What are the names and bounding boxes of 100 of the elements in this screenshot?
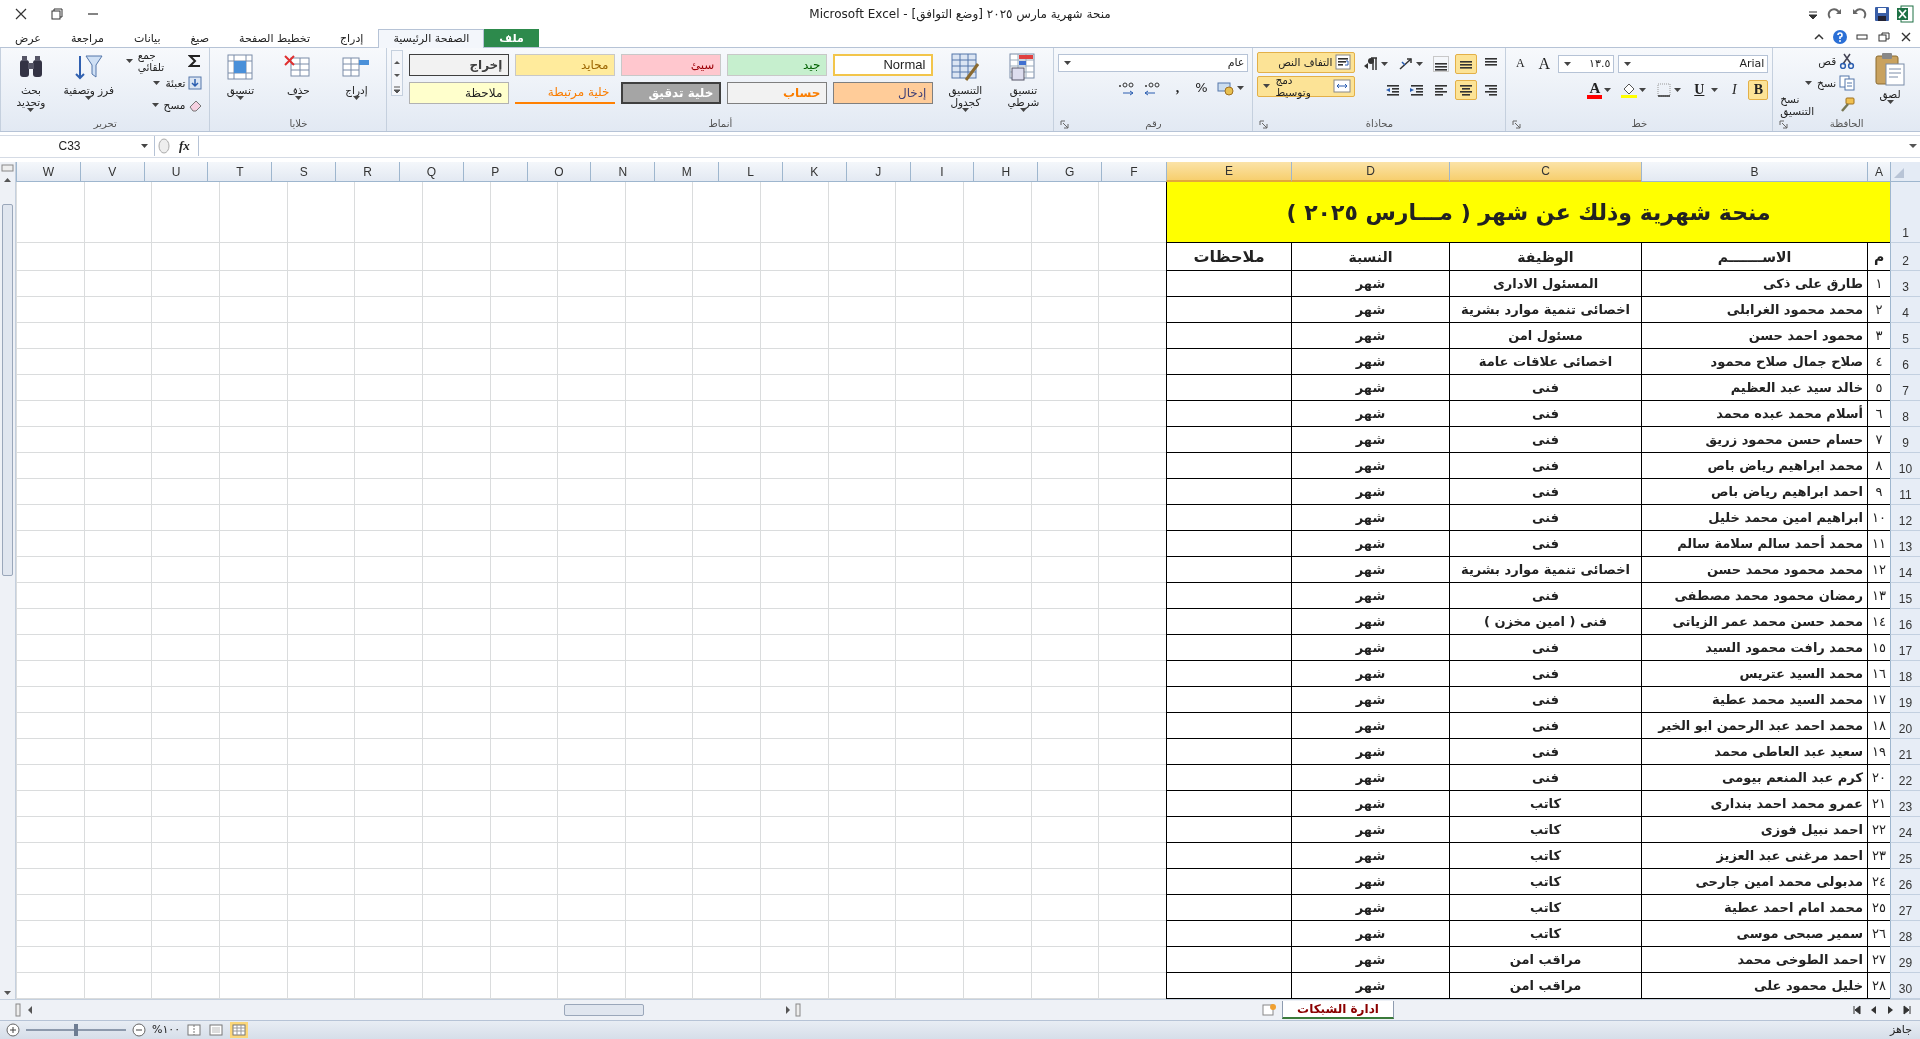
splitter-grip-icon[interactable] [157, 137, 171, 156]
save-icon[interactable] [1874, 5, 1890, 22]
row-header[interactable]: 29 [1890, 947, 1920, 973]
zoom-level[interactable]: %١٠٠ [152, 1023, 181, 1037]
row-header[interactable]: 19 [1890, 687, 1920, 713]
caret-icon[interactable] [1381, 61, 1389, 66]
column-header[interactable]: J [845, 162, 910, 182]
row-header[interactable]: 24 [1890, 817, 1920, 843]
dialog-launcher-icon[interactable] [1779, 119, 1789, 129]
cell-style[interactable]: Normal [833, 53, 934, 76]
cell-style[interactable]: جيد [727, 53, 828, 76]
row-header[interactable]: 22 [1890, 765, 1920, 791]
zoom-out-icon[interactable] [132, 1022, 146, 1037]
insert-function-button[interactable]: fx [173, 138, 196, 155]
row-header[interactable]: 28 [1890, 921, 1920, 947]
row-header[interactable]: 2 [1890, 243, 1920, 271]
row-header[interactable]: 27 [1890, 895, 1920, 921]
caret-icon[interactable] [1064, 60, 1072, 65]
toolbar-button[interactable] [1431, 53, 1452, 74]
column-header[interactable]: T [207, 162, 272, 182]
column-header[interactable]: G [1037, 162, 1101, 182]
row-header[interactable]: 9 [1890, 427, 1920, 453]
caret-icon[interactable] [1416, 61, 1424, 66]
column-header[interactable]: A [1867, 162, 1890, 182]
column-header[interactable]: D [1291, 162, 1449, 182]
column-header[interactable]: R [335, 162, 399, 182]
grow-font-button[interactable]: A [1534, 53, 1555, 74]
caret-icon[interactable] [1674, 87, 1682, 92]
row-header[interactable]: 18 [1890, 661, 1920, 687]
dialog-launcher-icon[interactable] [1060, 119, 1070, 129]
column-header[interactable]: B [1641, 162, 1867, 182]
ribbon-button[interactable]: تعبئة [120, 73, 206, 93]
split-handle-icon[interactable] [14, 1002, 22, 1017]
ribbon-button[interactable]: قص [1777, 51, 1859, 71]
row-header[interactable]: 17 [1890, 635, 1920, 661]
format-button[interactable]: U [1689, 79, 1710, 100]
cell-style[interactable]: محايد [515, 53, 616, 76]
ribbon-tab[interactable]: تخطيط الصفحة [224, 28, 325, 47]
scroll-thumb[interactable] [564, 1003, 644, 1016]
row-header[interactable]: 16 [1890, 609, 1920, 635]
caret-icon[interactable] [1564, 61, 1572, 66]
row-header[interactable]: 12 [1890, 505, 1920, 531]
caret-icon[interactable] [1886, 99, 1894, 104]
column-header[interactable]: H [973, 162, 1038, 182]
cell-style[interactable]: سيئ [621, 53, 722, 76]
row-header[interactable]: 7 [1890, 375, 1920, 401]
shrink-font-button[interactable]: A [1510, 53, 1531, 74]
ribbon-button[interactable]: تنسيق شرطي [997, 49, 1050, 112]
row-header[interactable]: 5 [1890, 323, 1920, 349]
caret-icon[interactable] [1639, 87, 1647, 92]
ribbon-button[interactable]: فرز وتصفية [62, 49, 115, 100]
ribbon-tab[interactable]: صيغ [175, 28, 224, 47]
more-icon[interactable] [392, 84, 403, 95]
ribbon-button[interactable]: التنسيق كجدول [939, 49, 992, 112]
dialog-launcher-icon[interactable] [1512, 119, 1522, 129]
dialog-launcher-icon[interactable] [1259, 119, 1269, 129]
caret-icon[interactable] [1263, 84, 1271, 89]
toolbar-button[interactable] [1455, 53, 1478, 74]
split-handle-icon[interactable] [794, 1002, 802, 1017]
column-header[interactable]: W [16, 162, 80, 182]
row-header[interactable]: 30 [1890, 973, 1920, 999]
column-header[interactable]: F [1101, 162, 1166, 182]
zoom-in-icon[interactable] [6, 1022, 20, 1037]
column-header[interactable]: I [909, 162, 974, 182]
format-button[interactable]: B [1748, 79, 1769, 100]
column-header[interactable]: L [718, 162, 782, 182]
ribbon-button[interactable]: لصق [1864, 49, 1916, 104]
caret-icon[interactable] [352, 95, 360, 100]
column-header[interactable]: O [526, 162, 591, 182]
spreadsheet-app-icon[interactable] [1896, 4, 1914, 23]
sheet-tab[interactable]: ادارة الشبكات [1282, 1000, 1394, 1019]
caret-icon[interactable] [27, 107, 35, 112]
caret-icon[interactable] [125, 59, 133, 64]
dropdown-field[interactable]: Arial [1618, 54, 1769, 73]
caret-icon[interactable] [236, 95, 244, 100]
caret-icon[interactable] [1624, 61, 1632, 66]
caret-icon[interactable] [1604, 87, 1612, 92]
page-break-view-icon[interactable] [186, 1022, 203, 1037]
caret-icon[interactable] [85, 95, 93, 100]
format-button[interactable]: I [1724, 79, 1745, 100]
ribbon-button[interactable]: حذف [272, 49, 325, 100]
column-header[interactable]: N [590, 162, 655, 182]
row-header[interactable]: 13 [1890, 531, 1920, 557]
caret-icon[interactable] [961, 107, 969, 112]
restore-workbook-icon[interactable] [1876, 29, 1892, 44]
ribbon-tab[interactable]: بيانات [118, 28, 176, 47]
ribbon-tab[interactable]: مراجعة [55, 28, 119, 47]
help-icon[interactable] [1832, 28, 1848, 45]
row-header[interactable]: 21 [1890, 739, 1920, 765]
caret-icon[interactable] [141, 144, 148, 149]
caret-icon[interactable] [151, 103, 159, 108]
row-header[interactable]: 20 [1890, 713, 1920, 739]
scroll-thumb[interactable] [2, 204, 13, 576]
row-header[interactable]: 4 [1890, 297, 1920, 323]
column-header[interactable]: K [781, 162, 846, 182]
column-header[interactable]: V [79, 162, 144, 182]
row-header[interactable]: 3 [1890, 271, 1920, 297]
ribbon-button[interactable]: التفاف النص [1257, 51, 1356, 73]
cell-style[interactable]: إخراج [409, 53, 510, 76]
row-header[interactable]: 10 [1890, 453, 1920, 479]
